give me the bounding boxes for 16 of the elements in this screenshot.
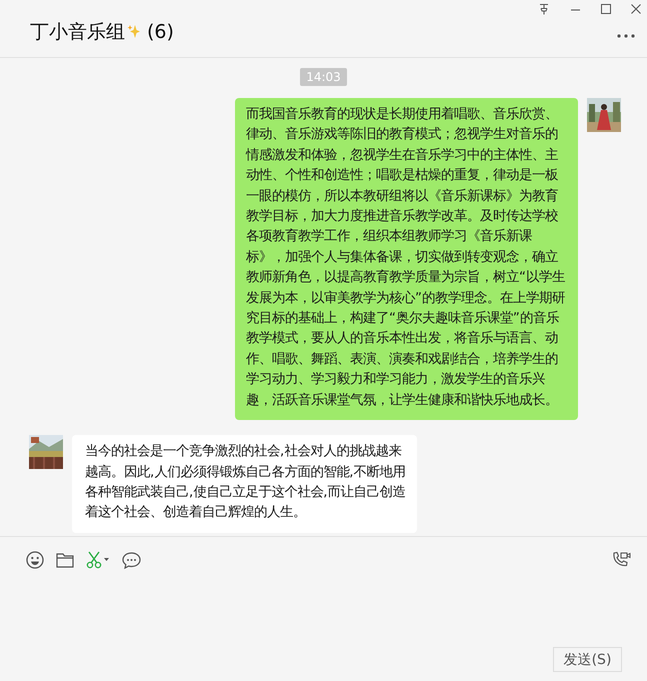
sparkle-icon	[127, 24, 141, 40]
close-icon[interactable]	[631, 4, 641, 14]
message-bubble: 当今的社会是一个竞争激烈的社会,社会对人的挑战越来越高。因此,人们必须得锻炼自己各方面的智能,不断地用各种智能武装自己,使自己立足于这个社会,而让自己创造着这个社会、创造着自己辉煌的人生。	[72, 435, 417, 533]
chat-bubble-icon[interactable]	[122, 552, 141, 568]
send-button[interactable]: 发送(S)	[553, 647, 622, 672]
member-count: (6)	[147, 20, 174, 42]
folder-icon[interactable]	[56, 552, 74, 568]
scissors-icon[interactable]	[86, 551, 110, 569]
chat-title: 丁小音乐组	[30, 20, 125, 44]
timestamp: 14:03	[300, 68, 347, 86]
more-icon[interactable]	[617, 34, 635, 38]
emoji-icon[interactable]	[26, 551, 44, 569]
message-bubble: 而我国音乐教育的现状是长期使用着唱歌、音乐欣赏、律动、音乐游戏等陈旧的教育模式；忽视学生对音乐的情感激发和体验，忽视学生在音乐学习中的主体性、主动性、个性和创造性；唱歌是枯燥的重复，律动是一板一眼的模仿，所以本教研组将以《音乐新课标》为教育教学目标，加大力度推进音乐教学改革。及时传达学校各项教育教学工作，组织本组教师学习《音乐新课标》，加强个人与集体备课，切实做到转变观念，确立教师新角色，以提高教育教学质量为宗旨，树立“以学生发展为本，以审美教学为核心”的教学理念。在上学期研究目标的基础上，构建了“奥尔夫趣味音乐课堂”的音乐教学模式，要从人的音乐本性出发，将音乐与语言、动作、唱歌、舞蹈、表演、演奏和戏剧结合，培养学生的学习动力、学习毅力和学习能力，激发学生的音乐兴趣，活跃音乐课堂气氛，让学生健康和谐快乐地成长。	[235, 98, 578, 420]
maximize-icon[interactable]	[601, 4, 611, 14]
pin-icon[interactable]	[538, 3, 550, 15]
phone-video-icon[interactable]	[612, 551, 631, 569]
